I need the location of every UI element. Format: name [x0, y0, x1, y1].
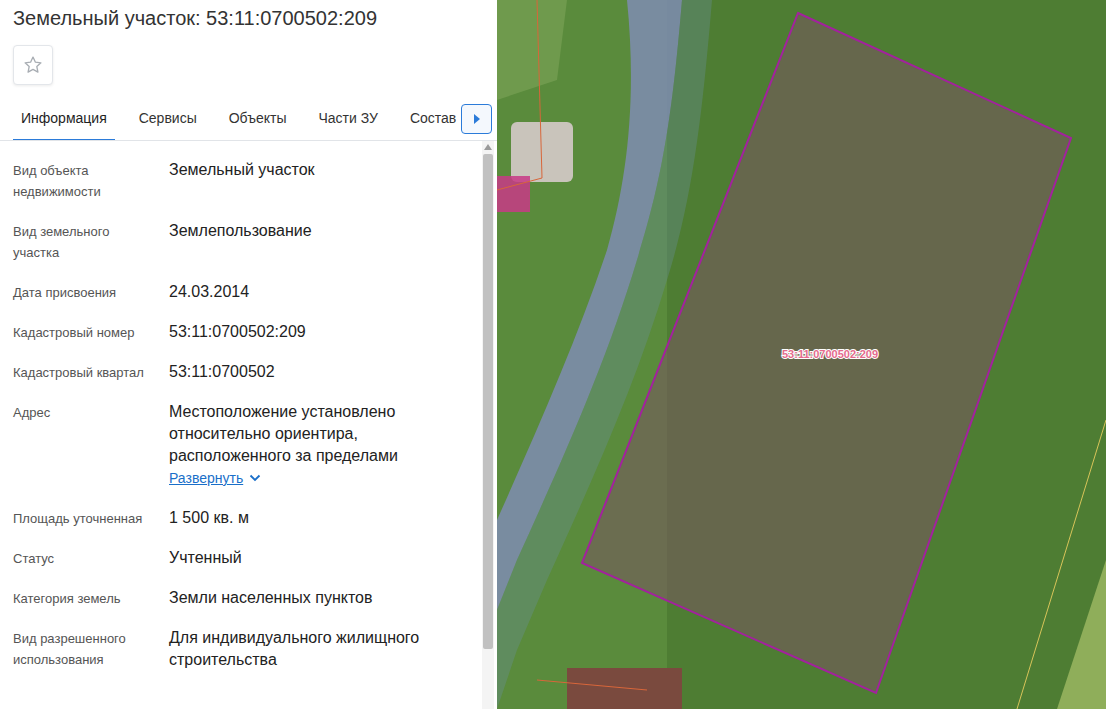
field-label: Площадь уточненная	[13, 507, 153, 529]
favorite-button[interactable]	[13, 45, 53, 85]
field-label: Адрес	[13, 401, 153, 489]
tab[interactable]: Сервисы	[131, 97, 205, 140]
field-label: Вид разрешенного использования	[13, 627, 153, 671]
scroll-thumb[interactable]	[483, 154, 493, 649]
field-list: Вид объекта недвижимости Земельный участо…	[0, 141, 482, 709]
parcel-polygon[interactable]	[582, 13, 1071, 693]
parcel-label: 53:11:0700502:209	[782, 348, 878, 360]
building	[567, 668, 682, 709]
field-value: Земельный участок	[169, 159, 468, 202]
field-label: Кадастровый номер	[13, 321, 153, 343]
tab[interactable]: Состав	[402, 97, 461, 140]
field-value: 24.03.2014	[169, 281, 468, 303]
field-value: Для индивидуального жилищного строительс…	[169, 627, 468, 671]
parcel-border	[497, 0, 542, 190]
info-panel: Земельный участок: 53:11:0700502:209 Инфо…	[0, 0, 497, 709]
field-label: Дата присвоения	[13, 281, 153, 303]
parcel-highlight	[497, 176, 530, 212]
field-patch	[497, 0, 567, 100]
panel-header: Земельный участок: 53:11:0700502:209	[0, 0, 497, 85]
field-row: Вид разрешенного использования Для индиви…	[13, 618, 468, 680]
scrollbar[interactable]	[482, 141, 494, 709]
chevron-down-icon	[249, 474, 261, 482]
field-row: Вид объекта недвижимости Земельный участо…	[13, 150, 468, 211]
field-label: Категория земель	[13, 587, 153, 609]
map[interactable]: 53:11:0700502:209	[497, 0, 1106, 709]
panel-title: Земельный участок: 53:11:0700502:209	[13, 5, 484, 31]
field-value: Землепользование	[169, 220, 468, 263]
field-value: Местоположение установлено относительно …	[169, 401, 468, 489]
field-row: АдресМестоположение установлено относите…	[13, 392, 468, 498]
tab[interactable]: Части ЗУ	[310, 97, 385, 140]
field-label: Вид земельного участка	[13, 220, 153, 263]
arrow-right-icon	[473, 114, 481, 124]
page: Земельный участок: 53:11:0700502:209 Инфо…	[0, 0, 1106, 709]
field-label: Вид объекта недвижимости	[13, 159, 153, 202]
field-row: Вид земельного участка Землепользование	[13, 211, 468, 272]
scroll-up-icon	[484, 144, 492, 150]
field-row: Кадастровый квартал 53:11:0700502	[13, 352, 468, 392]
parcel-border	[537, 680, 647, 690]
field-row: Категория земель Земли населенных пунктов	[13, 578, 468, 618]
map-ground	[497, 0, 1106, 709]
field-value: 53:11:0700502:209	[169, 321, 468, 343]
field-value: Учтенный	[169, 547, 468, 569]
star-icon	[23, 55, 43, 75]
expand-link[interactable]: Развернуть	[169, 467, 261, 489]
field-row: Кадастровый номер 53:11:0700502:209	[13, 312, 468, 352]
tabs-bar: Информация Сервисы Объекты Части ЗУ Состав	[0, 97, 497, 141]
field-row: Площадь уточненная 1 500 кв. м	[13, 498, 468, 538]
field-value: 53:11:0700502	[169, 361, 468, 383]
satellite-map[interactable]: 53:11:0700502:209	[497, 0, 1106, 709]
field-label: Кадастровый квартал	[13, 361, 153, 383]
field-row: Статус Учтенный	[13, 538, 468, 578]
tab[interactable]: Информация	[13, 97, 115, 140]
panel-body: Вид объекта недвижимости Земельный участо…	[0, 141, 497, 709]
field-row: Дата присвоения 24.03.2014	[13, 272, 468, 312]
field-patch	[1057, 560, 1106, 709]
field-value: Земли населенных пунктов	[169, 587, 468, 609]
field-value: 1 500 кв. м	[169, 507, 468, 529]
tabs-scroll-button[interactable]	[461, 104, 492, 134]
tab-list: Информация Сервисы Объекты Части ЗУ Состав	[13, 97, 461, 140]
tab[interactable]: Объекты	[221, 97, 295, 140]
field-label: Статус	[13, 547, 153, 569]
parcel-border	[1017, 420, 1106, 709]
